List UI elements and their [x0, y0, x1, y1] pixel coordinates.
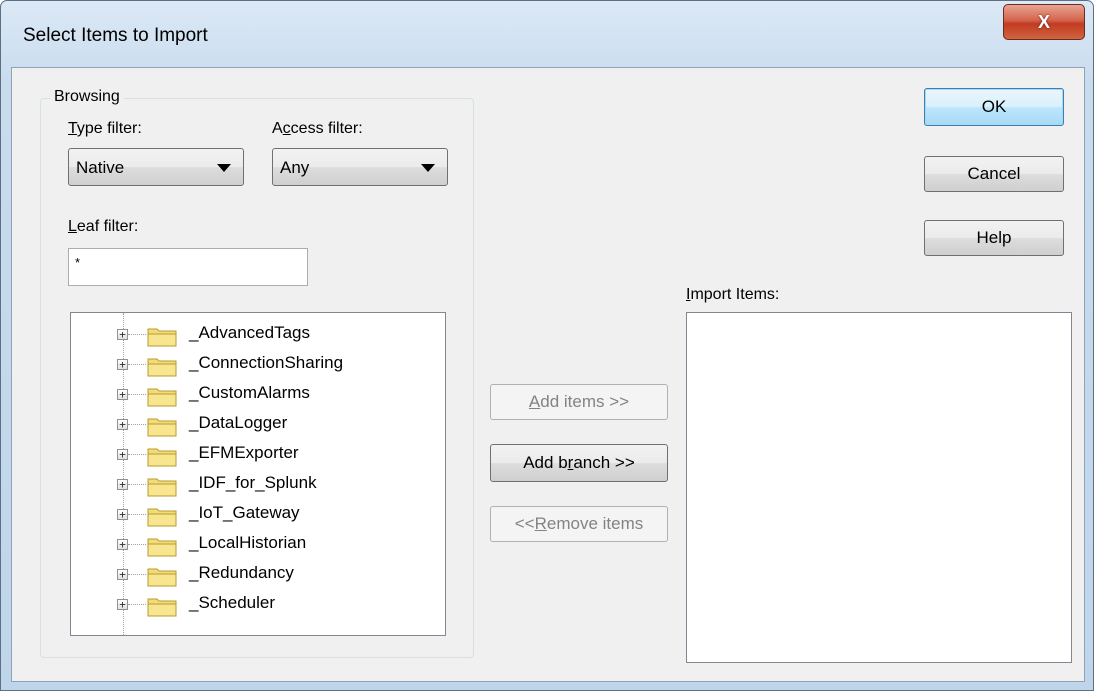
- tree-connector: [128, 544, 146, 546]
- tree-connector: [128, 364, 146, 366]
- tree-connector: [128, 484, 146, 486]
- tree-item-label: _AdvancedTags: [189, 323, 310, 342]
- remove-items-button[interactable]: << Remove items: [490, 506, 668, 542]
- close-icon: X: [1037, 11, 1050, 32]
- chevron-down-icon: [217, 164, 231, 172]
- tree-connector: [128, 514, 146, 516]
- tree-item-label: _CustomAlarms: [189, 383, 310, 402]
- tree-item[interactable]: + _IoT_Gateway: [71, 499, 441, 529]
- tree-item[interactable]: + _ConnectionSharing: [71, 349, 441, 379]
- expand-plus-icon[interactable]: +: [117, 569, 128, 580]
- folder-icon: [147, 448, 177, 467]
- access-filter-value: Any: [280, 158, 310, 177]
- folder-icon: [147, 388, 177, 407]
- tree-item-label: _Scheduler: [189, 593, 276, 612]
- expand-plus-icon[interactable]: +: [117, 449, 128, 460]
- add-branch-button[interactable]: Add b r anch >>: [490, 444, 668, 482]
- tree-item[interactable]: + _CustomAlarms: [71, 379, 441, 409]
- tree-item-label: _IDF_for_Splunk: [189, 473, 317, 492]
- tree-item[interactable]: + _AdvancedTags: [71, 319, 441, 349]
- type-filter-select[interactable]: Native: [68, 148, 244, 186]
- tree-item[interactable]: + _IDF_for_Splunk: [71, 469, 441, 499]
- access-filter-select[interactable]: Any: [272, 148, 448, 186]
- tree-connector: [128, 454, 146, 456]
- help-button[interactable]: Help: [924, 220, 1064, 256]
- leaf-filter-label: Leaf filter:: [68, 218, 139, 235]
- folder-icon: [147, 418, 177, 437]
- tree-item-label: _LocalHistorian: [189, 533, 307, 552]
- folder-icon: [147, 598, 177, 617]
- folder-icon: [147, 568, 177, 587]
- dialog-title: Select Items to Import: [23, 25, 208, 46]
- tree-item-label: _IoT_Gateway: [189, 503, 300, 522]
- dialog-client-area: Browsing Type filter: Native Access filt…: [11, 67, 1085, 682]
- expand-plus-icon[interactable]: +: [117, 329, 128, 340]
- ok-button[interactable]: OK: [924, 88, 1064, 126]
- chevron-down-icon: [421, 164, 435, 172]
- type-filter-value: Native: [76, 158, 125, 177]
- tree-item-label: _EFMExporter: [189, 443, 299, 462]
- tree-item-label: _DataLogger: [189, 413, 288, 432]
- add-items-button[interactable]: Add items >>: [490, 384, 668, 420]
- expand-plus-icon[interactable]: +: [117, 359, 128, 370]
- tree-item-label: _ConnectionSharing: [189, 353, 344, 372]
- expand-plus-icon[interactable]: +: [117, 509, 128, 520]
- dialog-window: Select Items to Import X Browsing Type f…: [0, 0, 1094, 691]
- type-filter-label: Type filter:: [68, 120, 142, 137]
- tree-connector: [128, 334, 146, 336]
- tree-connector: [128, 604, 146, 606]
- access-filter-label: Access filter:: [272, 120, 363, 137]
- expand-plus-icon[interactable]: +: [117, 479, 128, 490]
- leaf-filter-value: *: [75, 255, 81, 270]
- cancel-button[interactable]: Cancel: [924, 156, 1064, 192]
- tree-item-label: _Redundancy: [189, 563, 294, 582]
- tree-connector: [128, 424, 146, 426]
- import-items-list[interactable]: [686, 312, 1072, 663]
- tree-item[interactable]: + _DataLogger: [71, 409, 441, 439]
- folder-icon: [147, 478, 177, 497]
- browse-tree[interactable]: + _AdvancedTags + _ConnectionSharing + _Custo…: [70, 312, 446, 636]
- browsing-group-label: Browsing: [50, 88, 124, 106]
- close-button[interactable]: X: [1003, 4, 1085, 40]
- tree-item[interactable]: + _Redundancy: [71, 559, 441, 589]
- expand-plus-icon[interactable]: +: [117, 599, 128, 610]
- folder-icon: [147, 358, 177, 377]
- expand-plus-icon[interactable]: +: [117, 419, 128, 430]
- import-items-label: Import Items:: [686, 286, 780, 303]
- tree-connector: [128, 394, 146, 396]
- tree-connector: [128, 574, 146, 576]
- tree-item[interactable]: + _EFMExporter: [71, 439, 441, 469]
- expand-plus-icon[interactable]: +: [117, 539, 128, 550]
- folder-icon: [147, 508, 177, 527]
- folder-icon: [147, 538, 177, 557]
- tree-item[interactable]: + _LocalHistorian: [71, 529, 441, 559]
- expand-plus-icon[interactable]: +: [117, 389, 128, 400]
- leaf-filter-input[interactable]: *: [68, 248, 308, 286]
- folder-icon: [147, 328, 177, 347]
- tree-item[interactable]: + _Scheduler: [71, 589, 441, 619]
